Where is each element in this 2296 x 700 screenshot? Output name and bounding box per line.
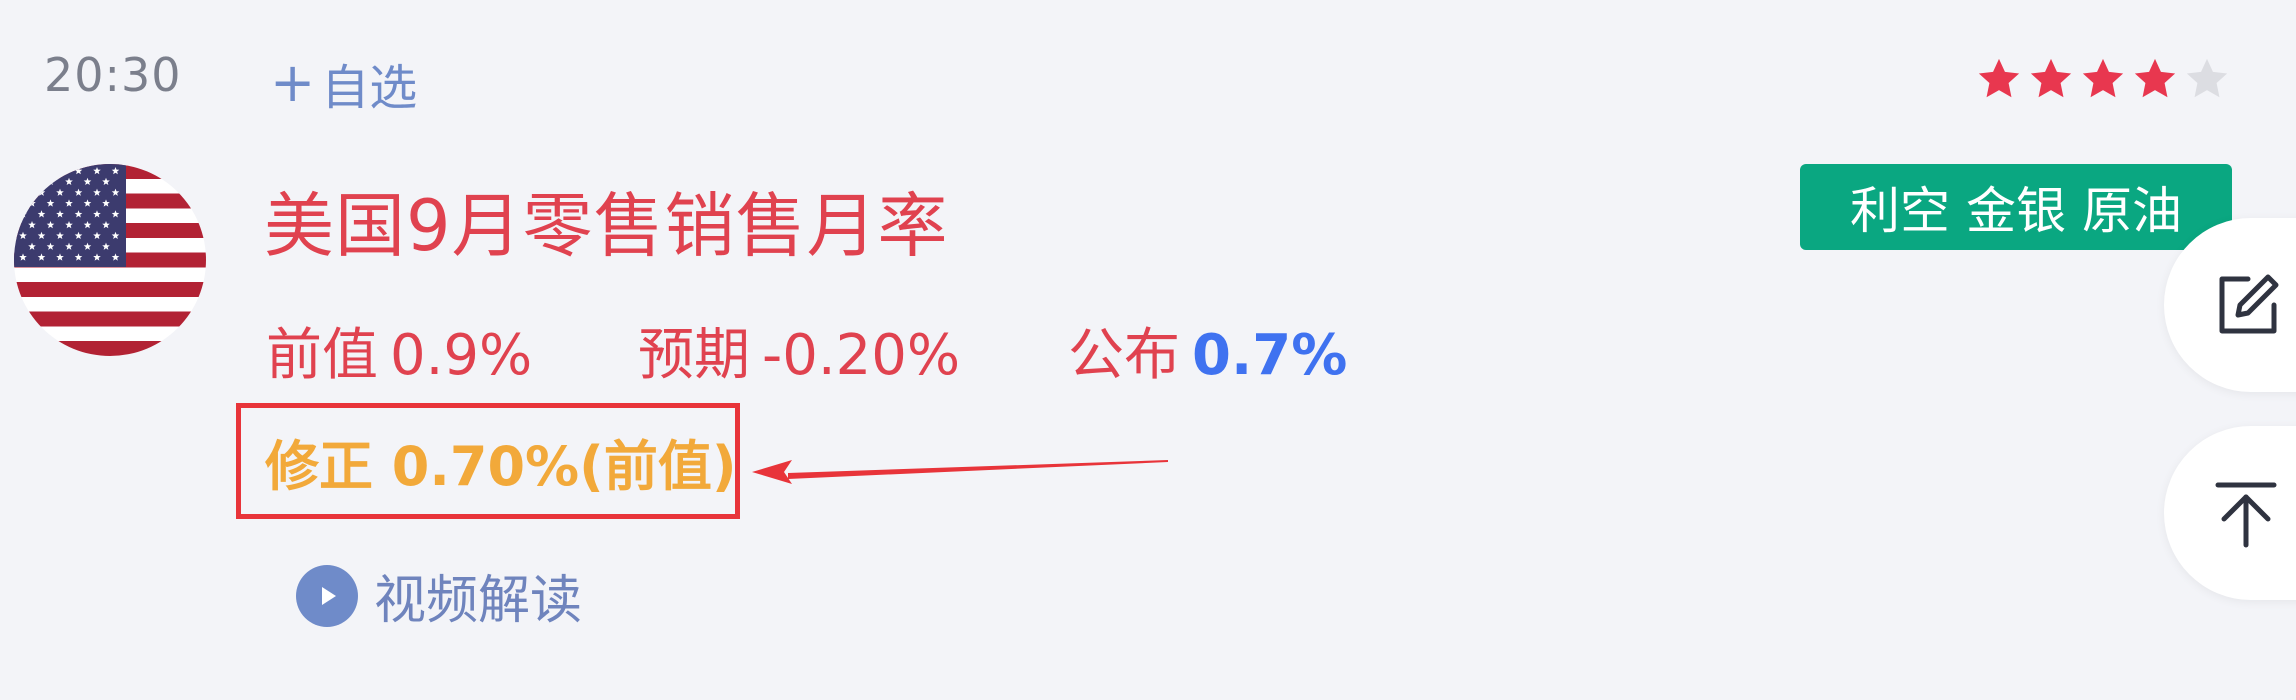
tag-crude-oil: 原油 (2082, 182, 2182, 240)
tag-bearish: 利空 (1850, 182, 1950, 240)
edit-icon (2210, 269, 2282, 341)
forecast-label: 预期 (638, 323, 750, 388)
back-to-top-icon (2210, 477, 2282, 549)
actual-label: 公布 (1068, 323, 1180, 388)
event-time: 20:30 (44, 48, 182, 102)
previous-number: 0.9% (390, 323, 533, 388)
previous-value: 前值 0.9% (266, 310, 638, 391)
actual-number: 0.7% (1192, 323, 1348, 388)
event-title[interactable]: 美国9月零售销售月率 (264, 170, 949, 271)
star-filled-icon (2082, 58, 2124, 98)
star-filled-icon (1978, 58, 2020, 98)
forecast-number: -0.20% (762, 323, 961, 388)
actual-value: 公布 0.7% (1068, 310, 1347, 391)
play-icon (296, 564, 358, 627)
star-filled-icon (2134, 58, 2176, 98)
annotation-arrow (752, 460, 1168, 484)
video-label: 视频解读 (374, 571, 583, 631)
star-empty-icon (2186, 58, 2228, 98)
impact-tags: 利空 金银 原油 (1800, 164, 2232, 250)
calendar-event-card: 20:30 + 自选 美国9月零售销售月率 利空 金银 原油 前值 0.9% 预… (0, 0, 2296, 700)
importance-rating (1976, 56, 2230, 102)
video-analysis-link[interactable]: 视频解读 (296, 558, 582, 633)
forecast-value: 预期 -0.20% (638, 310, 1068, 391)
event-stats: 前值 0.9% 预期 -0.20% 公布 0.7% (266, 310, 1347, 391)
revision-highlight-box: 修正 0.70%(前值) (236, 403, 740, 519)
add-watchlist-button[interactable]: + 自选 (270, 48, 417, 118)
tag-gold-silver: 金银 (1966, 182, 2066, 240)
us-flag-icon (14, 164, 206, 356)
star-filled-icon (2030, 58, 2072, 98)
back-to-top-button[interactable] (2164, 426, 2296, 600)
add-watchlist-label: 自选 (321, 60, 418, 116)
plus-icon: + (270, 51, 316, 114)
previous-label: 前值 (266, 323, 378, 388)
revision-text: 修正 0.70%(前值) (265, 434, 737, 498)
